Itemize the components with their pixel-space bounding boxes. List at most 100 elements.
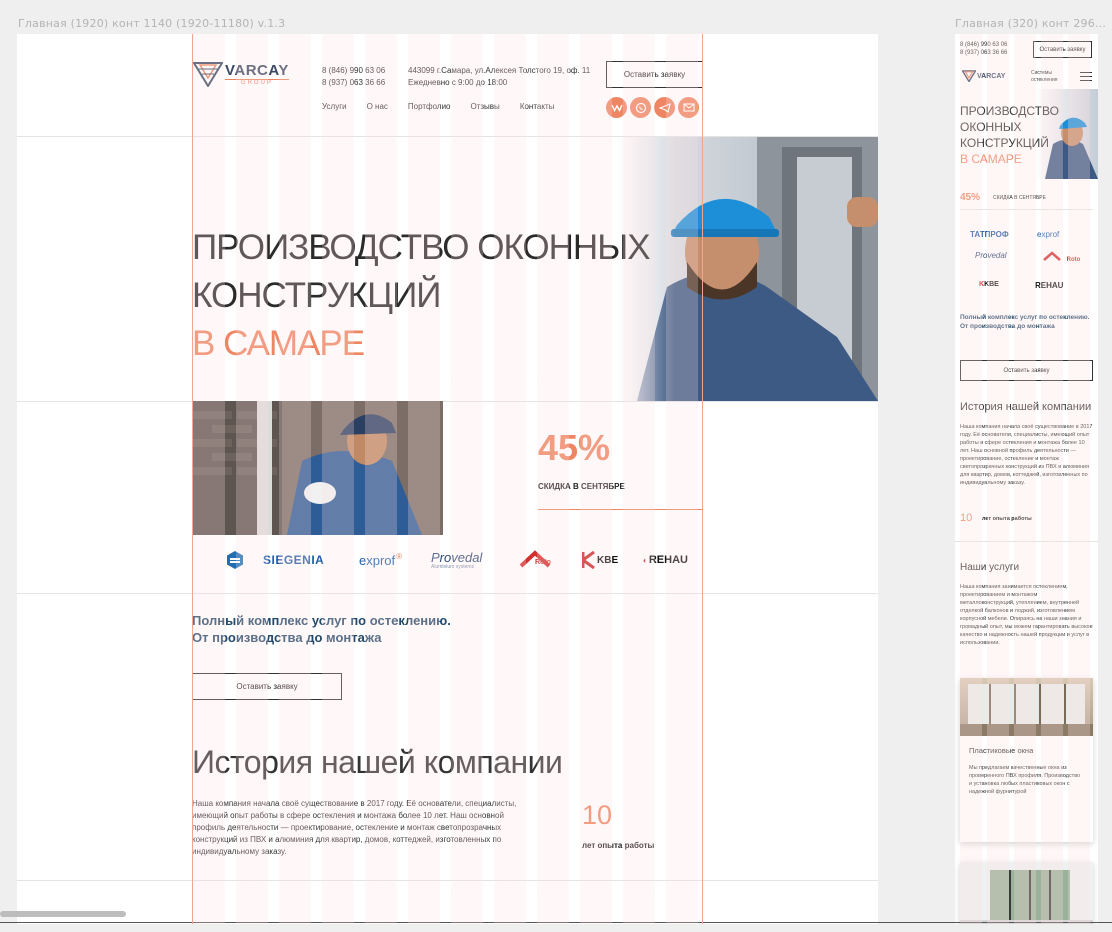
brand-kbe-text: KBE [597, 554, 619, 566]
m-brand-provedal: Provedal [975, 251, 1007, 260]
m-logo-tagline-2: остекления [1031, 77, 1058, 83]
m-experience-label: лет опыта работы [982, 516, 1032, 522]
m-logo-name: VARCAY [977, 72, 1006, 80]
logo-sub: GROUP [225, 78, 289, 86]
m-phone-2[interactable]: 8 (937) 063 36 66 [960, 49, 1007, 57]
m-header-cta-button[interactable]: Оставить заявку [1033, 41, 1092, 58]
header-address: 443099 г.Самара, ул.Алексея Толстого 19,… [408, 65, 590, 89]
m-services-text: Наша компания занимается остеклением, пр… [960, 584, 1093, 646]
m-phone-1[interactable]: 8 (846) 990 63 06 [960, 41, 1007, 49]
worker-photo-2 [192, 401, 443, 535]
header-cta-button[interactable]: Оставить заявку [606, 61, 703, 88]
history-text: Наша компания начала своё существование … [192, 799, 517, 856]
hero-divider [17, 401, 878, 402]
m-discount-label: СКИДКА В СЕНТЯБРЕ [993, 195, 1046, 201]
m-services-tagline: Полный комплекс услуг по остеклению. От … [960, 314, 1090, 330]
brand-siegenia: SIEGENIA [263, 553, 325, 567]
services-tagline: Полный комплекс услуг по остеклению. От … [192, 612, 451, 646]
mobile-artboard: 8 (846) 990 63 06 8 (937) 063 36 66 Оста… [955, 34, 1098, 924]
m-phones: 8 (846) 990 63 06 8 (937) 063 36 66 [960, 41, 1007, 57]
tagline-line-1: Полный комплекс услуг по остеклению. [192, 613, 451, 628]
brand-roto-text: Roto [535, 559, 551, 566]
m-hero-title-line-3: КОНСТРУКЦИЙ [960, 136, 1049, 150]
brand-provedal-sub: Aluminium systems [431, 563, 475, 570]
m-card-photo [960, 678, 1093, 736]
hero-city: В САМАРЕ [192, 324, 365, 363]
tagline-line-2: От производства до монтажа [192, 630, 382, 645]
m-hero-title: ПРОИЗВОДСТВО ОКОННЫХ КОНСТРУКЦИЙ [960, 103, 1059, 151]
brand-exprof: exprof ® [359, 549, 402, 571]
m-experience-value: 10 [960, 512, 973, 524]
m-brand-roto: Roto [1043, 251, 1080, 263]
logo[interactable]: VARCAY GROUP [192, 61, 289, 88]
discount-underline [538, 509, 703, 510]
brand-exprof-mark: ® [396, 552, 403, 561]
m-brand-roto-text: Roto [1066, 257, 1081, 263]
social-links [606, 97, 699, 118]
hero-title: ПРОИЗВОДСТВО ОКОННЫХ КОНСТРУКЦИЙ [192, 224, 651, 320]
nav-item-portfolio[interactable]: Портфолио [408, 102, 451, 111]
m-brand-rehau: REHAU [1035, 281, 1064, 290]
brands-row: SIEGENIA exprof ® Provedal Aluminium syst… [225, 549, 688, 571]
nav-item-about[interactable]: О нас [367, 102, 388, 111]
history-divider [17, 880, 878, 881]
m-service-card-plastic-windows[interactable]: Пластиковые окна Мы предлагаем качествен… [960, 678, 1093, 842]
logo-mark-icon [192, 61, 224, 88]
m-logo-tagline-1: Системы [1031, 70, 1052, 76]
m-services-title: Наши услуги [960, 562, 1020, 573]
services-cta-button[interactable]: Оставить заявку [192, 673, 342, 700]
m-hero-city: В САМАРЕ [960, 152, 1022, 166]
m-history-text: Наша компания начала своё существование … [960, 424, 1093, 486]
m-logo-mark-icon [962, 70, 976, 82]
phone-1[interactable]: 8 (846) 990 63 06 [322, 65, 385, 77]
m-logo[interactable]: VARCAY [962, 70, 1005, 82]
canvas-bottom-border [0, 922, 1112, 923]
desktop-frame-label: Главная (1920) конт 1140 (1920-11180) v.… [18, 17, 286, 30]
discount-value: 45% [538, 427, 611, 468]
hours-text: Ежедневно с 9:00 до 18:00 [408, 78, 508, 87]
vk-icon[interactable] [606, 97, 627, 118]
main-nav: Услуги О нас Портфолио Отзывы Контакты [322, 102, 574, 111]
header-phones: 8 (846) 990 63 06 8 (937) 063 36 66 [322, 65, 385, 89]
m-card-2-photo [960, 862, 1093, 924]
logo-name: VARCAY [225, 61, 289, 79]
nav-item-reviews[interactable]: Отзывы [471, 102, 500, 111]
telegram-icon[interactable] [654, 97, 675, 118]
mail-icon[interactable] [678, 97, 699, 118]
address-text: 443099 г.Самара, ул.Алексея Толстого 19,… [408, 66, 591, 75]
m-brand-kbe-text: KBE [984, 281, 999, 288]
brand-roto: Roto [519, 549, 563, 571]
hamburger-menu-icon[interactable] [1080, 72, 1092, 81]
hero-title-line-2: КОНСТРУКЦИЙ [192, 276, 441, 315]
nav-item-contacts[interactable]: Контакты [520, 102, 555, 111]
m-discount-value: 45% [960, 192, 981, 203]
brands-divider [17, 593, 878, 594]
brand-provedal-name: Provedal [431, 549, 483, 565]
brand-kbe: KBE [582, 549, 618, 571]
m-services-cta-button[interactable]: Оставить заявку [960, 360, 1093, 381]
m-card-text: Мы предлагаем качественные окна из прове… [969, 765, 1081, 795]
discount-label: СКИДКА В СЕНТЯБРЕ [538, 482, 625, 491]
m-brand-tatprof: ТАТПРОФ [970, 230, 1009, 239]
m-history-title: История нашей компании [960, 401, 1092, 413]
hero-title-line-1: ПРОИЗВОДСТВО ОКОННЫХ [192, 228, 651, 267]
nav-item-services[interactable]: Услуги [322, 102, 347, 111]
brand-rehau: ◖ REHAU [642, 549, 688, 571]
m-service-card-2[interactable] [960, 862, 1093, 924]
m-history-divider [955, 541, 1098, 542]
brand-exprof-text: exprof [359, 552, 396, 568]
m-hero-title-line-1: ПРОИЗВОДСТВО [960, 104, 1059, 118]
desktop-artboard: VARCAY GROUP 8 (846) 990 63 06 8 (937) 0… [17, 34, 878, 924]
brand-rehau-dot-icon: ◖ [642, 555, 647, 565]
m-brand-exprof: exprof [1037, 230, 1060, 239]
horizontal-scrollbar[interactable] [0, 911, 126, 917]
m-card-title: Пластиковые окна [969, 746, 1034, 755]
phone-2[interactable]: 8 (937) 063 36 66 [322, 77, 385, 89]
m-discount-divider [960, 209, 1093, 210]
brand-rehau-text: REHAU [648, 554, 688, 566]
m-logo-tagline: Системы остекления [1031, 70, 1058, 84]
brand-provedal: Provedal Aluminium systems [431, 549, 482, 571]
history-title: История нашей компании [192, 744, 563, 780]
brand-logo-macro [225, 549, 245, 571]
whatsapp-icon[interactable] [630, 97, 651, 118]
